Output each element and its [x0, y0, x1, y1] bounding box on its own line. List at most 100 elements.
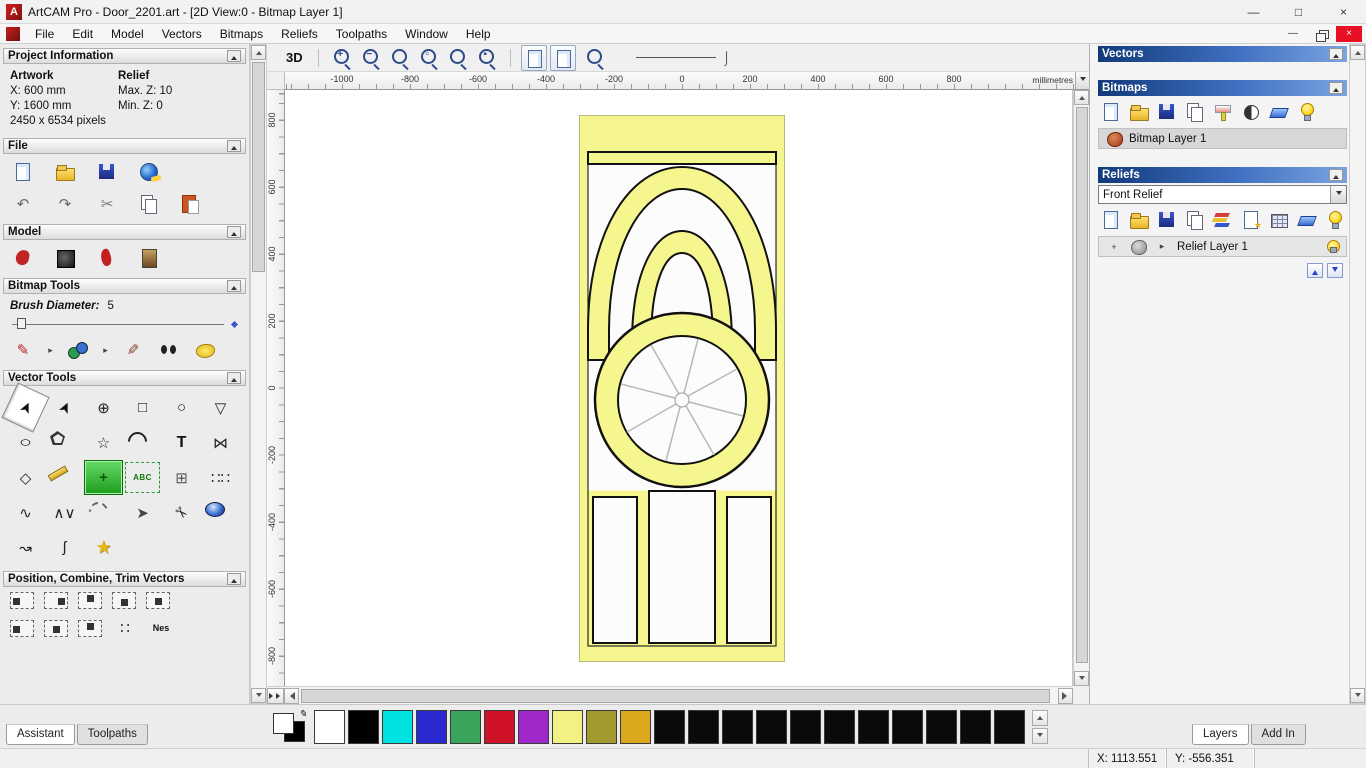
colour-swatch-10[interactable] — [654, 709, 685, 744]
menu-item-vectors[interactable]: Vectors — [153, 25, 211, 43]
relief-combo[interactable]: Front Relief — [1098, 185, 1347, 204]
create-polyline-icon[interactable]: ∧∨ — [45, 495, 84, 530]
undo-icon[interactable]: ↶ — [10, 191, 36, 217]
copy-bitmap-layer-icon[interactable] — [1182, 99, 1208, 125]
save-bitmap-layer-icon[interactable] — [1154, 99, 1180, 125]
collapse-section-icon[interactable] — [227, 280, 241, 292]
create-text-icon[interactable]: T — [162, 425, 201, 460]
wrap-text-icon[interactable]: ʃ — [45, 530, 84, 565]
offset-vectors-icon[interactable]: ◇ — [6, 460, 45, 495]
zoom-in-icon[interactable]: + — [329, 45, 355, 71]
create-arc-icon[interactable] — [123, 425, 162, 460]
array-copy-icon[interactable]: ∷∷ — [201, 460, 240, 495]
load-greyscale-icon[interactable] — [136, 245, 162, 271]
delete-relief-layer-icon[interactable] — [1294, 207, 1320, 233]
scatter-copies-icon[interactable]: ∷ — [112, 615, 138, 641]
spread-vectors-icon[interactable] — [10, 619, 34, 637]
link-colours-icon[interactable] — [156, 337, 182, 363]
bitmaps-section-header[interactable]: Bitmaps — [1098, 80, 1347, 96]
align-left-icon[interactable] — [10, 592, 34, 609]
colour-picker-icon[interactable]: ✎ — [120, 337, 146, 363]
relief-layer-row[interactable]: + ▸ Relief Layer 1 — [1098, 236, 1347, 257]
set-model-size-icon[interactable] — [10, 245, 36, 271]
save-model-icon[interactable] — [94, 159, 120, 185]
add-sublayer-icon[interactable]: + — [1103, 236, 1125, 257]
align-top-icon[interactable] — [78, 592, 102, 609]
copy-icon[interactable] — [136, 191, 162, 217]
arc-fit-icon[interactable] — [84, 495, 123, 530]
mirror-vectors-icon[interactable]: ⋈ — [201, 425, 240, 460]
scroll-track[interactable] — [1350, 60, 1365, 688]
close-button[interactable]: × — [1321, 0, 1366, 24]
palette-scroll-down-button[interactable] — [1032, 727, 1048, 744]
mdi-restore-button[interactable] — [1308, 26, 1334, 42]
import-export-icon[interactable] — [136, 159, 162, 185]
scroll-track[interactable] — [1074, 105, 1089, 671]
page-forward-icon[interactable]: → — [520, 44, 547, 71]
scroll-down-button[interactable] — [251, 688, 266, 703]
collapse-section-icon[interactable] — [227, 573, 241, 585]
relief-layer-visibility-icon[interactable] — [1320, 236, 1342, 257]
colour-swatch-8[interactable] — [586, 709, 617, 744]
new-model-icon[interactable] — [10, 159, 36, 185]
centre-in-page-icon[interactable] — [44, 619, 68, 637]
colour-swatch-11[interactable] — [688, 709, 719, 744]
open-relief-layer-icon[interactable] — [1126, 207, 1152, 233]
colour-swatch-3[interactable] — [416, 709, 447, 744]
create-star-icon[interactable]: ☆ — [84, 425, 123, 460]
flyout-arrow-icon[interactable]: ▸ — [101, 337, 110, 363]
assistant-scrollbar[interactable] — [250, 44, 267, 704]
move-layer-down-button[interactable] — [1327, 263, 1343, 278]
scroll-down-button[interactable] — [1350, 688, 1365, 703]
combo-dropdown-icon[interactable] — [1330, 186, 1346, 203]
new-relief-layer-icon[interactable] — [1098, 207, 1124, 233]
open-bitmap-layer-icon[interactable] — [1126, 99, 1152, 125]
paste-icon[interactable] — [178, 191, 204, 217]
tab-layers[interactable]: Layers — [1192, 724, 1249, 745]
align-centre-icon[interactable] — [146, 592, 170, 609]
scroll-thumb[interactable] — [1075, 107, 1088, 663]
copy-relief-layer-icon[interactable] — [1182, 207, 1208, 233]
menu-item-help[interactable]: Help — [457, 25, 500, 43]
menu-item-file[interactable]: File — [26, 25, 63, 43]
collapse-section-icon[interactable] — [1329, 169, 1343, 181]
primary-secondary-colour-icon[interactable] — [271, 709, 307, 745]
canvas-vertical-scrollbar[interactable] — [1073, 90, 1089, 686]
vectorise-bitmap-icon[interactable]: ABC — [123, 460, 162, 495]
star-wizard-icon[interactable]: ★ — [84, 530, 123, 565]
vector-tools-header[interactable]: Vector Tools — [3, 370, 246, 386]
bitmap-layer-thumb-icon[interactable] — [1103, 128, 1125, 149]
colour-swatch-9[interactable] — [620, 709, 651, 744]
relief-stack-icon[interactable] — [1210, 207, 1236, 233]
scroll-thumb[interactable] — [301, 688, 1050, 703]
tab-add-in[interactable]: Add In — [1250, 724, 1306, 745]
colour-swatch-14[interactable] — [790, 709, 821, 744]
vectors-section-header[interactable]: Vectors — [1098, 46, 1347, 62]
scroll-up-button[interactable] — [251, 45, 266, 60]
mdi-minimize-button[interactable]: — — [1280, 26, 1306, 42]
minimize-button[interactable]: — — [1231, 0, 1276, 24]
colour-swatch-1[interactable] — [348, 709, 379, 744]
move-to-top-icon[interactable] — [78, 619, 102, 637]
colour-swatch-6[interactable] — [518, 709, 549, 744]
collapse-section-icon[interactable] — [1329, 82, 1343, 94]
flood-fill-icon[interactable] — [65, 337, 91, 363]
new-bitmap-layer-icon[interactable] — [1098, 99, 1124, 125]
menu-item-toolpaths[interactable]: Toolpaths — [327, 25, 396, 43]
create-circle-icon[interactable]: ○ — [162, 390, 201, 425]
fillet-icon[interactable]: ↝ — [6, 530, 45, 565]
position-combine-trim-header[interactable]: Position, Combine, Trim Vectors — [3, 571, 246, 587]
tab-assistant[interactable]: Assistant — [6, 724, 75, 745]
collapse-section-icon[interactable] — [227, 50, 241, 62]
zoom-out-icon[interactable]: − — [358, 45, 384, 71]
layers-panel-scrollbar[interactable] — [1349, 44, 1366, 704]
project-information-header[interactable]: Project Information — [3, 48, 246, 64]
redo-icon[interactable]: ↷ — [52, 191, 78, 217]
scroll-right-button[interactable] — [1058, 687, 1073, 704]
file-section-header[interactable]: File — [3, 138, 246, 154]
zoom-window-icon[interactable]: ▫ — [416, 45, 442, 71]
colour-swatch-20[interactable] — [994, 709, 1025, 744]
colour-swatch-18[interactable] — [926, 709, 957, 744]
create-polygon-icon[interactable] — [45, 425, 84, 460]
nesting-icon[interactable]: Nes — [148, 615, 174, 641]
